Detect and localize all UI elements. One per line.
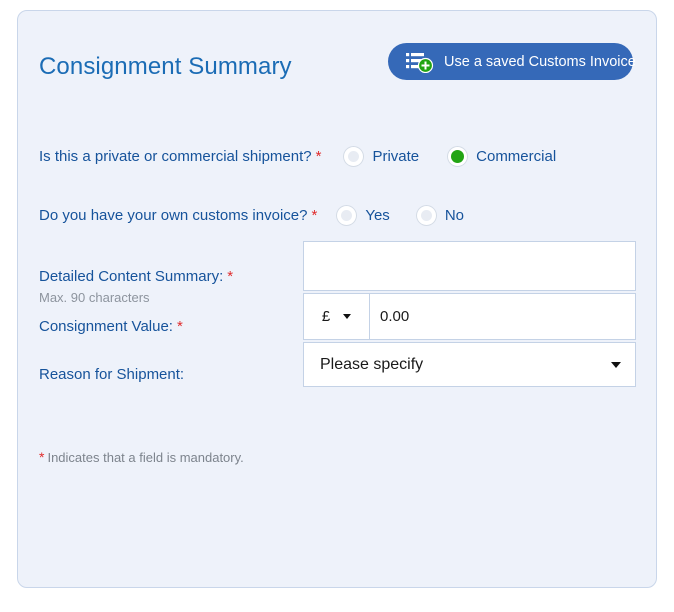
reason-for-shipment-label: Reason for Shipment:: [39, 366, 185, 383]
currency-select[interactable]: £: [304, 294, 370, 339]
shipment-type-question-label: Is this a private or commercial shipment…: [39, 148, 312, 165]
consignment-value-input[interactable]: [370, 294, 635, 339]
mandatory-note-text: Indicates that a field is mandatory.: [47, 450, 244, 465]
panel-header: Consignment Summary Use a saved Customs …: [18, 11, 656, 103]
chevron-down-icon: [611, 361, 621, 368]
consignment-value-label-text: Consignment Value:: [39, 318, 173, 335]
own-invoice-question-row: Do you have your own customs invoice? * …: [39, 205, 464, 226]
shipment-type-question-row: Is this a private or commercial shipment…: [39, 146, 556, 167]
saved-invoice-button-label: Use a saved Customs Invoice: [444, 53, 636, 70]
consignment-value-row: £: [303, 293, 636, 340]
required-asterisk: *: [227, 268, 234, 285]
own-invoice-question-label: Do you have your own customs invoice?: [39, 207, 308, 224]
content-summary-hint: Max. 90 characters: [39, 290, 150, 305]
content-summary-label: Detailed Content Summary: *: [39, 268, 233, 285]
radio-option-private[interactable]: Private: [343, 146, 419, 167]
required-asterisk: *: [176, 318, 183, 335]
reason-for-shipment-selected-value: Please specify: [320, 355, 424, 373]
radio-option-no[interactable]: No: [415, 205, 464, 226]
use-saved-customs-invoice-button[interactable]: Use a saved Customs Invoice: [388, 43, 636, 80]
currency-symbol: £: [321, 308, 331, 325]
required-asterisk: *: [39, 449, 45, 465]
radio-option-yes[interactable]: Yes: [336, 205, 390, 226]
radio-label-private: Private: [372, 148, 420, 165]
content-summary-label-text: Detailed Content Summary:: [39, 268, 224, 285]
mandatory-fields-note: * Indicates that a field is mandatory.: [39, 449, 244, 465]
required-asterisk: *: [311, 207, 318, 224]
radio-circle-private: [343, 146, 365, 167]
list-add-icon: [405, 51, 435, 73]
chevron-down-icon: [343, 314, 352, 319]
radio-circle-no: [415, 205, 437, 226]
radio-label-commercial: Commercial: [476, 148, 557, 165]
radio-option-commercial[interactable]: Commercial: [447, 146, 556, 167]
radio-circle-commercial: [447, 146, 469, 167]
content-summary-input[interactable]: [303, 241, 636, 291]
consignment-value-label: Consignment Value: *: [39, 318, 183, 335]
page-title: Consignment Summary: [39, 53, 292, 80]
radio-label-no: No: [444, 207, 464, 224]
consignment-summary-panel: Consignment Summary Use a saved Customs …: [17, 10, 657, 588]
required-asterisk: *: [315, 148, 322, 165]
radio-circle-yes: [336, 205, 358, 226]
reason-for-shipment-select[interactable]: Please specify: [303, 342, 636, 387]
radio-label-yes: Yes: [365, 207, 390, 224]
